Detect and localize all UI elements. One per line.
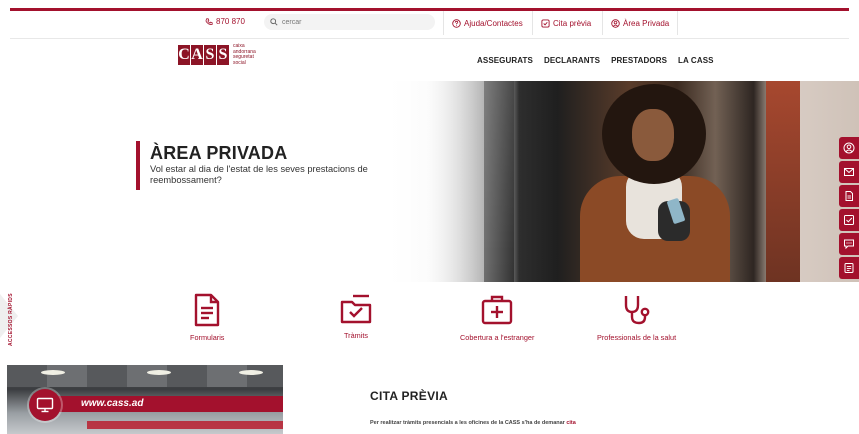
search-box[interactable] bbox=[264, 14, 435, 30]
logo-letter: A bbox=[191, 45, 203, 65]
shortcut-abroad-coverage[interactable]: Cobertura a l'estranger bbox=[460, 293, 534, 342]
shortcut-forms-label: Formularis bbox=[190, 333, 225, 342]
nav-item-insured[interactable]: ASSEGURATS bbox=[477, 56, 533, 65]
hero-photo-face bbox=[632, 109, 674, 161]
folder-check-icon bbox=[340, 294, 372, 324]
side-user-button[interactable] bbox=[839, 137, 859, 159]
shortcut-health-professionals-label: Professionals de la salut bbox=[597, 333, 677, 342]
side-checklist-button[interactable] bbox=[839, 209, 859, 231]
appointment-label: Cita prèvia bbox=[553, 18, 592, 28]
quick-access-tab[interactable]: ACCESSOS RÀPIDS bbox=[0, 276, 36, 352]
main-nav: ASSEGURATS DECLARANTS PRESTADORS LA CASS bbox=[477, 56, 714, 65]
promo-play-button[interactable] bbox=[29, 389, 61, 421]
help-contacts-link[interactable]: Ajuda/Contactes bbox=[443, 11, 531, 35]
promo-ceiling bbox=[7, 365, 283, 387]
shortcut-procedures-label: Tràmits bbox=[343, 331, 369, 340]
appointment-text-body: Per realitzar tràmits presencials a les … bbox=[370, 420, 567, 426]
hero-title: ÀREA PRIVADA bbox=[150, 143, 288, 163]
shortcut-abroad-coverage-label: Cobertura a l'estranger bbox=[460, 333, 535, 342]
phone-number: 870 870 bbox=[216, 17, 245, 26]
appointment-section-title: CITA PRÈVIA bbox=[370, 389, 448, 403]
side-mail-button[interactable] bbox=[839, 161, 859, 183]
phone-link[interactable]: 870 870 bbox=[205, 17, 245, 26]
side-quick-rail bbox=[839, 137, 859, 279]
hero-title-accent bbox=[136, 141, 140, 190]
header-divider bbox=[10, 38, 849, 39]
promo-counter bbox=[87, 421, 283, 429]
appointment-link[interactable]: Cita prèvia bbox=[532, 11, 599, 35]
private-area-label: Àrea Privada bbox=[623, 18, 670, 28]
checklist-icon bbox=[844, 215, 854, 225]
nav-item-la-cass[interactable]: LA CASS bbox=[678, 56, 714, 65]
shortcut-procedures[interactable]: Tràmits bbox=[339, 293, 373, 340]
side-document-button[interactable] bbox=[839, 185, 859, 207]
cass-logo[interactable]: C A S S caixa andorrana seguretat social bbox=[178, 43, 256, 66]
user-circle-icon bbox=[611, 18, 620, 28]
logo-line: social bbox=[233, 59, 246, 66]
shortcut-health-professionals[interactable]: Professionals de la salut bbox=[597, 293, 676, 342]
nav-item-providers[interactable]: PRESTADORS bbox=[611, 56, 667, 65]
logo-letter: C bbox=[178, 45, 190, 65]
phone-icon bbox=[205, 17, 213, 25]
form-icon bbox=[844, 263, 854, 273]
calendar-check-icon bbox=[541, 18, 550, 28]
side-form-button[interactable] bbox=[839, 257, 859, 279]
promo-ceiling-light bbox=[41, 370, 65, 375]
help-contacts-label: Ajuda/Contactes bbox=[464, 18, 523, 28]
stethoscope-icon bbox=[624, 296, 649, 325]
shortcut-forms[interactable]: Formularis bbox=[190, 293, 224, 342]
promo-video-card[interactable]: www.cass.ad bbox=[7, 365, 283, 434]
user-icon bbox=[843, 142, 855, 154]
chat-icon bbox=[844, 239, 854, 250]
monitor-icon bbox=[36, 397, 54, 413]
form-document-icon bbox=[195, 293, 220, 327]
top-bar: 870 870 Ajuda/Contactes Cita prèvia Àrea… bbox=[0, 11, 859, 35]
nav-item-declarants[interactable]: DECLARANTS bbox=[544, 56, 600, 65]
search-icon bbox=[270, 18, 278, 26]
hero-subtitle: Vol estar al dia de l'estat de les seves… bbox=[150, 164, 368, 185]
appointment-text-link[interactable]: cita bbox=[566, 420, 575, 426]
document-icon bbox=[845, 191, 853, 201]
search-input[interactable] bbox=[282, 18, 422, 26]
mail-icon bbox=[844, 168, 854, 176]
hero-banner bbox=[0, 81, 859, 282]
promo-banner-text: www.cass.ad bbox=[81, 398, 144, 409]
private-area-link[interactable]: Àrea Privada bbox=[602, 11, 679, 35]
logo-letter: S bbox=[204, 45, 216, 65]
hero-photo bbox=[380, 81, 859, 282]
help-circle-icon bbox=[452, 18, 461, 28]
logo-tagline: caixa andorrana seguretat social bbox=[233, 43, 256, 66]
medical-bag-icon bbox=[482, 295, 513, 325]
quick-access-label: ACCESSOS RÀPIDS bbox=[8, 293, 14, 346]
side-chat-button[interactable] bbox=[839, 233, 859, 255]
logo-letters: C A S S bbox=[178, 45, 229, 65]
promo-ceiling-light bbox=[239, 370, 263, 375]
hero-photo-fade bbox=[380, 81, 520, 282]
hero-photo-building bbox=[766, 81, 800, 282]
promo-ceiling-light bbox=[147, 370, 171, 375]
logo-letter: S bbox=[217, 45, 229, 65]
appointment-section-text: Per realitzar tràmits presencials a les … bbox=[370, 420, 576, 426]
